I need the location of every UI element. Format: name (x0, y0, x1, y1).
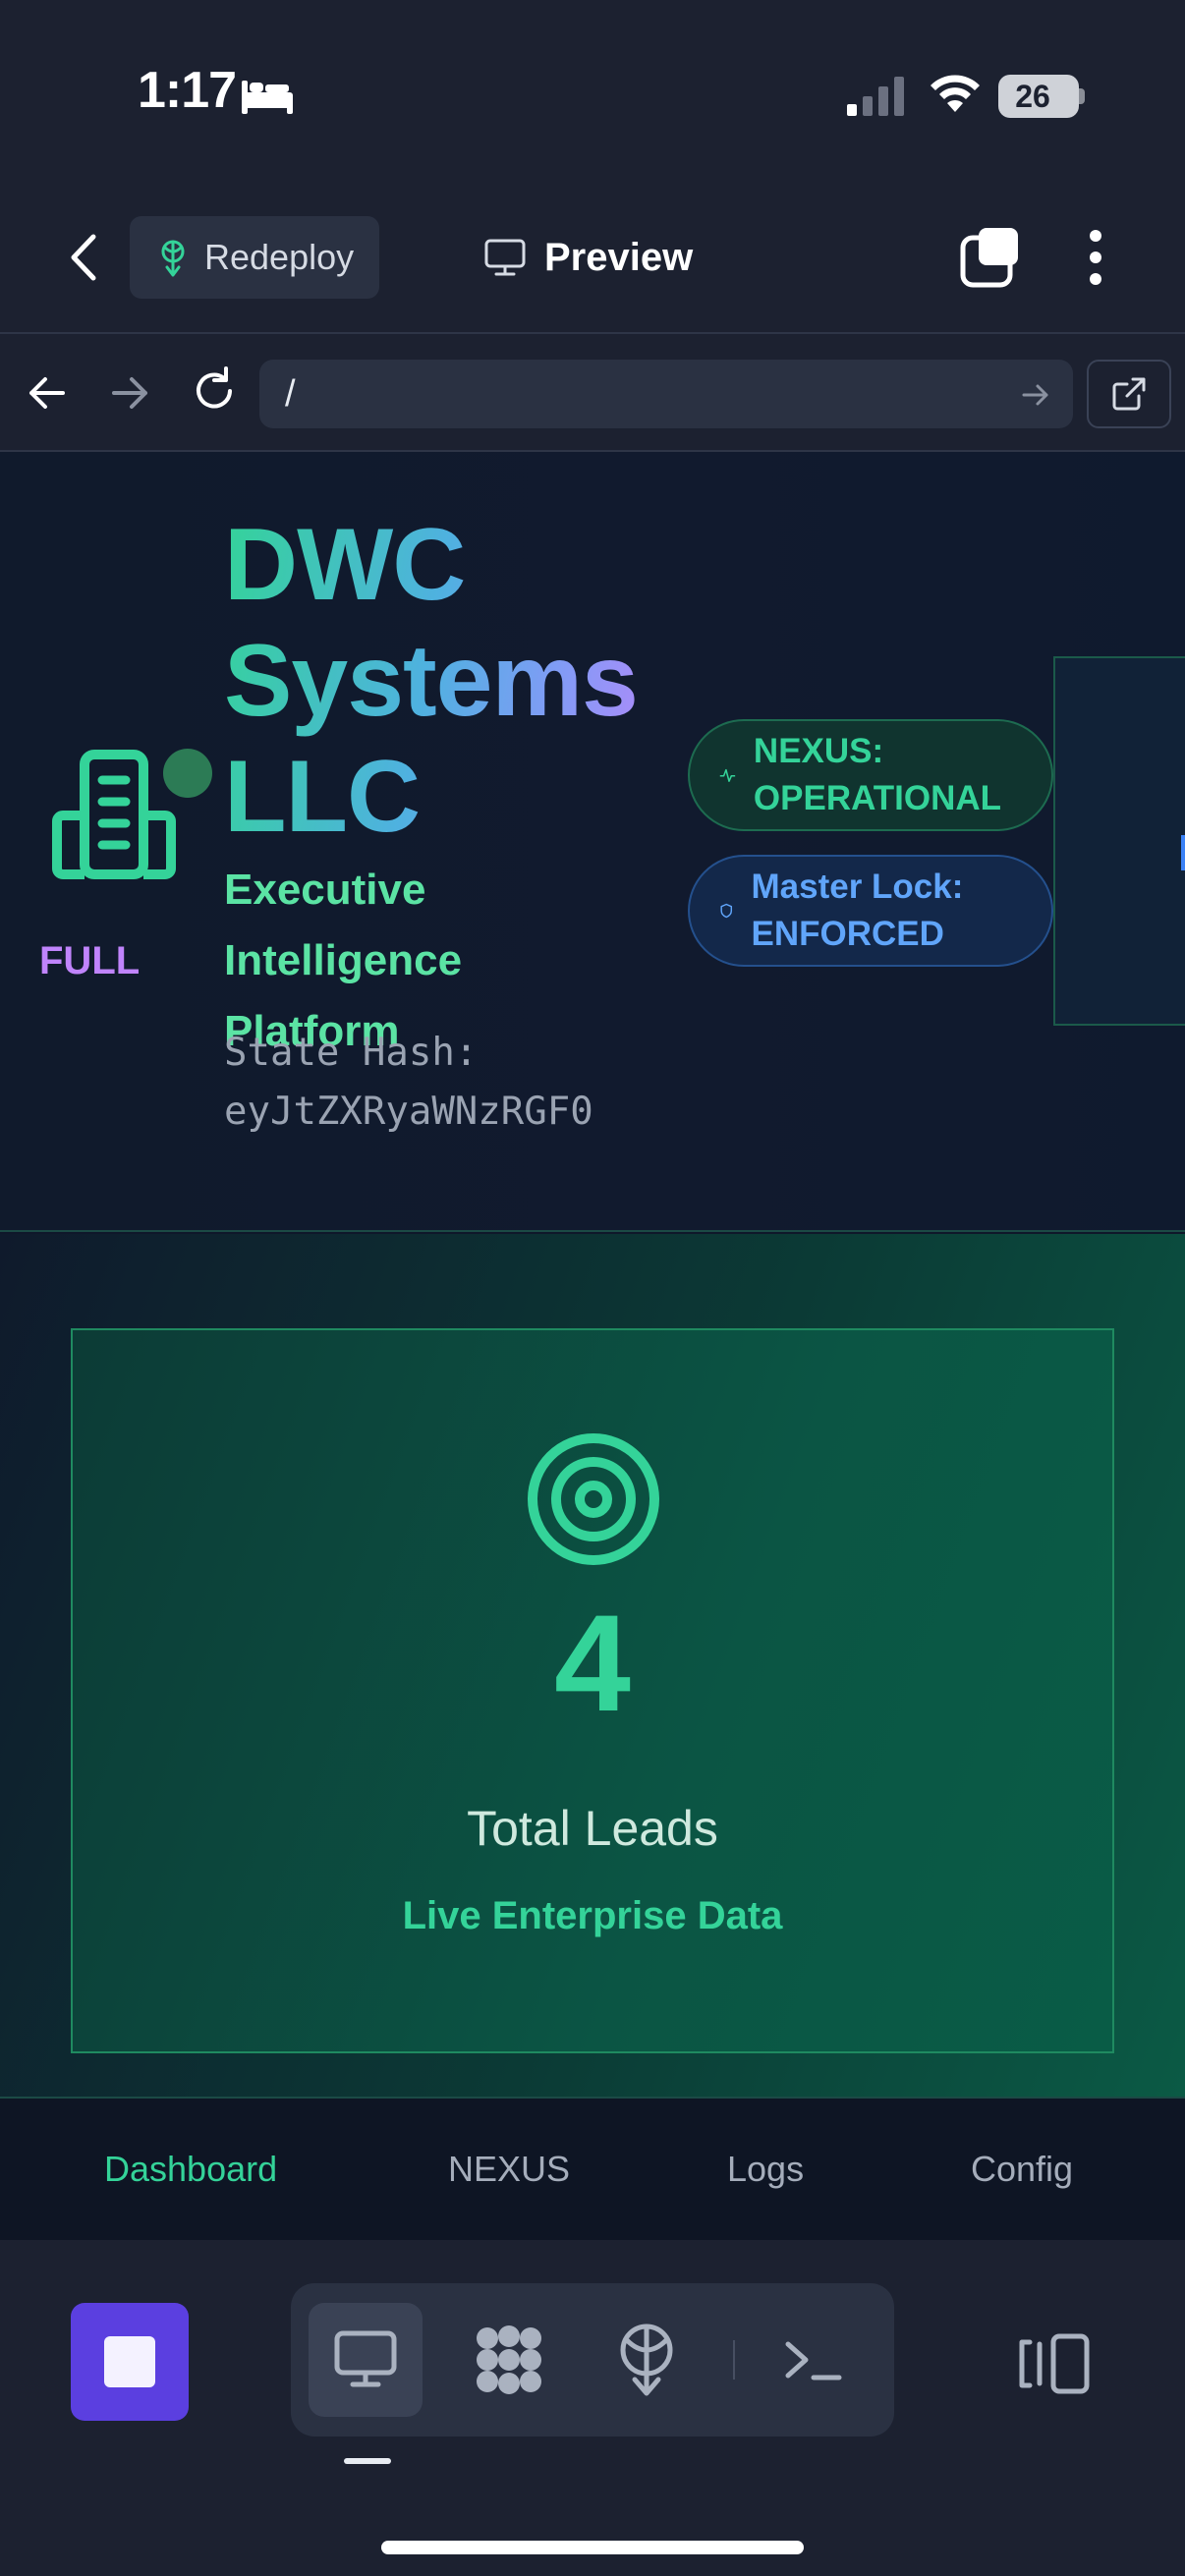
mode-switcher (291, 2283, 894, 2436)
web-tab-bar: Dashboard NEXUS Logs Config (0, 2099, 1185, 2240)
preview-label: Preview (544, 235, 694, 279)
nexus-status-text: NEXUS: OPERATIONAL (753, 732, 1002, 817)
master-lock-badge: Master Lock: ENFORCED (688, 855, 1053, 967)
back-button[interactable] (55, 228, 110, 287)
more-button[interactable] (1071, 226, 1120, 289)
preview-tab[interactable]: Preview (483, 226, 693, 289)
battery-indicator: 26 (998, 75, 1079, 118)
web-preview: DWC Systems LLC Executive Intelligence P… (0, 452, 1185, 2240)
redeploy-label: Redeploy (204, 237, 355, 277)
external-link-icon (1112, 377, 1146, 411)
side-card-mark (1181, 835, 1185, 870)
status-time: 1:17 (138, 62, 237, 119)
target-icon (523, 1428, 664, 1575)
bed-icon (240, 77, 295, 121)
signal-icon (847, 77, 906, 121)
state-hash: State Hash: eyJtZXRyaWNzRGF0 (224, 1031, 593, 1134)
redeploy-button[interactable]: Redeploy (130, 216, 379, 299)
home-indicator (381, 2541, 804, 2554)
activity-icon (719, 768, 736, 782)
arrow-right-icon (112, 377, 147, 409)
dashboard-header: DWC Systems LLC Executive Intelligence P… (0, 452, 1185, 1232)
workspace-icon (477, 2325, 541, 2394)
panel-toggle-icon (1019, 2333, 1090, 2394)
top-toolbar: Redeploy Preview (0, 187, 1185, 334)
open-external-button[interactable] (1087, 360, 1171, 428)
monitor-icon (484, 239, 526, 276)
address-row: / (0, 334, 1185, 452)
stop-button[interactable] (71, 2303, 189, 2421)
url-input[interactable]: / (259, 360, 1073, 428)
tab-logs[interactable]: Logs (727, 2099, 804, 2240)
stop-icon (104, 2336, 155, 2387)
chevron-left-icon (71, 234, 96, 281)
more-vertical-icon (1090, 230, 1101, 285)
total-leads-subtitle: Live Enterprise Data (402, 1894, 783, 1937)
url-text: / (285, 373, 296, 415)
metrics-section: 4 Total Leads Live Enterprise Data (0, 1234, 1185, 2099)
tab-dashboard[interactable]: Dashboard (104, 2099, 277, 2240)
redeploy-icon (161, 240, 185, 277)
total-leads-card: 4 Total Leads Live Enterprise Data (71, 1328, 1114, 2053)
status-bar: 1:17 26 (0, 0, 1185, 187)
preview-mode-button[interactable] (309, 2303, 423, 2417)
nav-back-button[interactable] (22, 367, 73, 419)
company-name: DWC Systems LLC (224, 507, 676, 855)
deploy-icon (620, 2324, 673, 2396)
reload-button[interactable] (187, 364, 242, 419)
nexus-status-badge: NEXUS: OPERATIONAL (688, 719, 1053, 831)
mode-divider (733, 2340, 735, 2380)
go-arrow-icon[interactable] (1020, 379, 1051, 411)
monitor-icon (334, 2330, 397, 2387)
tab-nexus[interactable]: NEXUS (448, 2099, 570, 2240)
master-lock-text: Master Lock: ENFORCED (751, 868, 964, 953)
workspace-mode-button[interactable] (452, 2303, 566, 2417)
live-status-dot (163, 749, 212, 798)
shell-mode-button[interactable] (757, 2303, 871, 2417)
side-card (1053, 656, 1185, 1026)
deploy-mode-button[interactable] (590, 2303, 704, 2417)
battery-nub (1079, 88, 1085, 104)
total-leads-value: 4 (554, 1586, 631, 1740)
tabs-button[interactable] (959, 226, 1022, 289)
wifi-icon (928, 73, 983, 121)
tab-config[interactable]: Config (971, 2099, 1073, 2240)
battery-level: 26 (1015, 79, 1050, 114)
nav-forward-button[interactable] (104, 367, 155, 419)
tabs-icon (960, 228, 1018, 288)
total-leads-label: Total Leads (467, 1801, 718, 1856)
panel-toggle-button[interactable] (1016, 2332, 1095, 2395)
reload-icon (197, 366, 232, 409)
side-card-label: FULL (39, 939, 141, 982)
shield-icon (720, 903, 733, 919)
active-mode-indicator (344, 2458, 391, 2464)
bottom-bar (0, 2240, 1185, 2576)
arrow-left-icon (29, 377, 65, 409)
terminal-icon (785, 2341, 842, 2380)
